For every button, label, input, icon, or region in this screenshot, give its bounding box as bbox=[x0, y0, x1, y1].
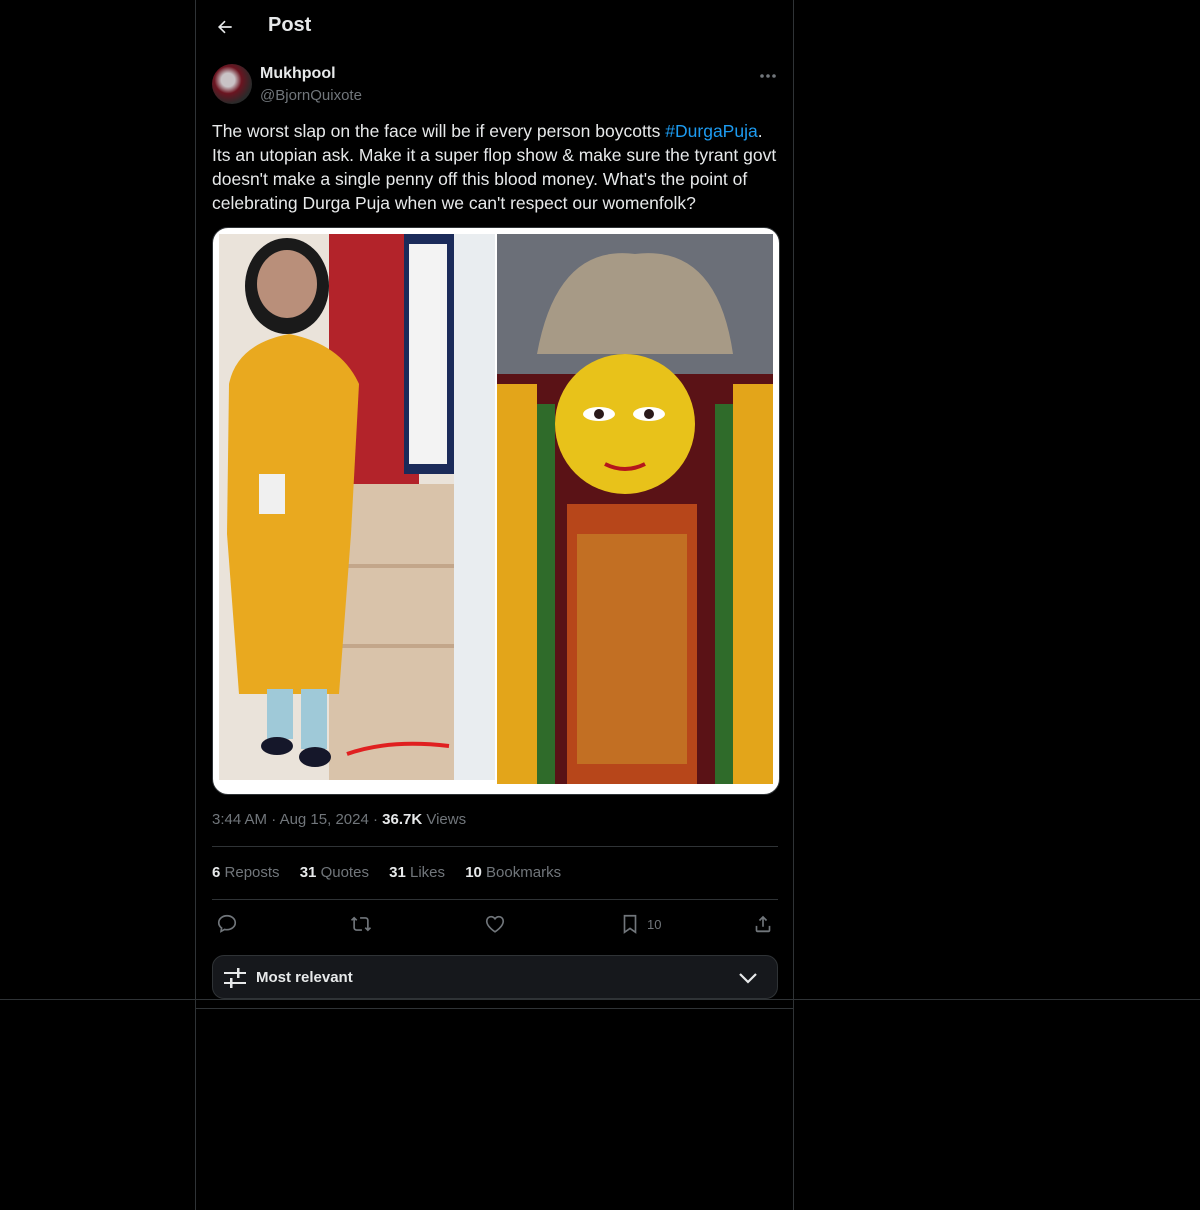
meta-separator: · bbox=[271, 811, 277, 828]
like-button[interactable] bbox=[484, 912, 506, 936]
likes-label: Likes bbox=[409, 864, 446, 881]
sort-label: Most relevant bbox=[256, 969, 353, 986]
divider bbox=[212, 899, 778, 900]
like-icon bbox=[485, 915, 505, 933]
chevron-down-icon bbox=[739, 973, 757, 984]
bookmark-button[interactable]: 10 bbox=[619, 912, 661, 936]
post-text: The worst slap on the face will be if ev… bbox=[212, 119, 778, 215]
bookmarks-label: Bookmarks bbox=[486, 864, 562, 881]
post-media[interactable] bbox=[212, 227, 780, 795]
avatar[interactable] bbox=[212, 64, 252, 104]
page-title: Post bbox=[268, 14, 312, 36]
likes-stat[interactable]: 31 Likes bbox=[389, 864, 445, 881]
divider bbox=[196, 1008, 793, 1009]
more-options-button[interactable] bbox=[756, 66, 780, 86]
post-meta: 3:44 AM · Aug 15, 2024 · 36.7K Views bbox=[212, 811, 466, 828]
bookmark-icon bbox=[623, 914, 637, 934]
reposts-count: 6 bbox=[212, 864, 221, 881]
reply-button[interactable] bbox=[216, 912, 238, 936]
media-right-photo bbox=[497, 234, 773, 784]
meta-separator: · bbox=[372, 811, 378, 828]
arrow-left-icon bbox=[217, 20, 232, 34]
quotes-label: Quotes bbox=[320, 864, 369, 881]
views-label: Views bbox=[426, 811, 467, 828]
post-date[interactable]: Aug 15, 2024 bbox=[280, 811, 369, 828]
post-header: Post bbox=[196, 0, 794, 53]
repost-icon bbox=[350, 916, 372, 932]
hashtag-link[interactable]: #DurgaPuja bbox=[665, 121, 757, 141]
share-button[interactable] bbox=[752, 912, 774, 936]
photo-woman-image bbox=[219, 234, 495, 780]
sort-replies-dropdown[interactable]: Most relevant bbox=[212, 955, 778, 999]
engagement-stats: 6 Reposts 31 Quotes 31 Likes 10 Bookmark… bbox=[212, 864, 577, 881]
back-button[interactable] bbox=[208, 10, 242, 44]
author-name[interactable]: Mukhpool bbox=[260, 65, 336, 83]
bookmarks-count: 10 bbox=[465, 864, 482, 881]
bookmarks-stat[interactable]: 10 Bookmarks bbox=[465, 864, 561, 881]
media-left-photo bbox=[219, 234, 495, 780]
sliders-icon bbox=[224, 968, 246, 988]
divider bbox=[212, 846, 778, 847]
author-handle[interactable]: @BjornQuixote bbox=[260, 87, 362, 104]
post-text-part: The worst slap on the face will be if ev… bbox=[212, 121, 666, 141]
divider bbox=[0, 999, 1200, 1000]
more-icon bbox=[760, 74, 776, 78]
repost-button[interactable] bbox=[350, 912, 372, 936]
bookmark-count: 10 bbox=[647, 916, 662, 932]
share-icon bbox=[755, 915, 771, 933]
reposts-stat[interactable]: 6 Reposts bbox=[212, 864, 280, 881]
photo-idol-image bbox=[497, 234, 773, 784]
views-count: 36.7K bbox=[382, 811, 423, 828]
reply-icon bbox=[217, 914, 237, 933]
quotes-stat[interactable]: 31 Quotes bbox=[300, 864, 369, 881]
likes-count: 31 bbox=[389, 864, 406, 881]
main-column: Post Mukhpool @BjornQuixote The worst sl… bbox=[195, 0, 794, 1210]
reposts-label: Reposts bbox=[224, 864, 280, 881]
quotes-count: 31 bbox=[299, 864, 317, 881]
post-time[interactable]: 3:44 AM bbox=[212, 811, 267, 828]
